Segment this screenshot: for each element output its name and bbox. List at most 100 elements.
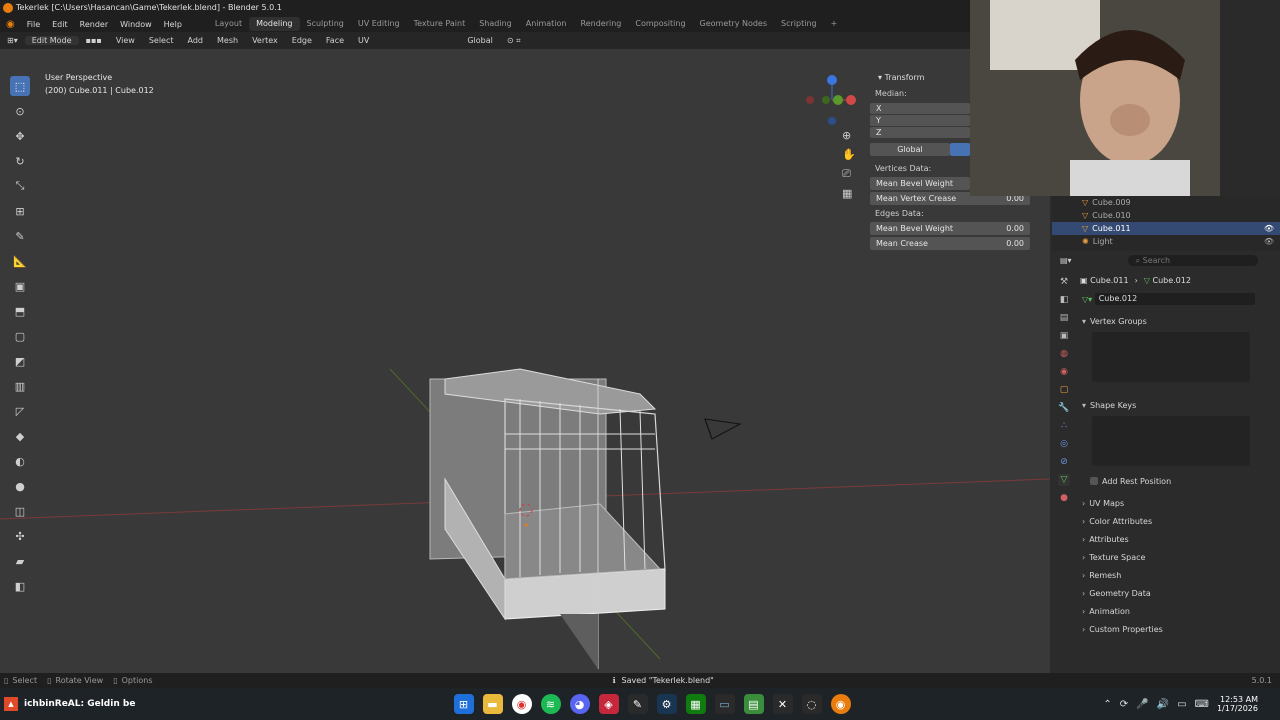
physics-tab-icon[interactable]: ◎ <box>1058 438 1070 450</box>
view-layer-tab-icon[interactable]: ▣ <box>1058 330 1070 342</box>
tab-sculpting[interactable]: Sculpting <box>300 17 351 31</box>
tool-tab-icon[interactable]: ⚒ <box>1058 276 1070 288</box>
capcut-icon[interactable]: ✕ <box>772 694 793 714</box>
cursor-tool-icon[interactable]: ⊙ <box>10 101 30 121</box>
edge-crease-field[interactable]: Mean Crease 0.00 <box>870 237 1030 250</box>
outliner-item-selected[interactable]: ▽ Cube.011 👁 <box>1052 222 1280 235</box>
select-box-tool-icon[interactable]: ⬚ <box>10 76 30 96</box>
panel-uv-maps[interactable]: › UV Maps <box>1074 494 1280 512</box>
steam-icon[interactable]: ⚙ <box>656 694 677 714</box>
annotate-tool-icon[interactable]: ✎ <box>10 226 30 246</box>
tab-scripting[interactable]: Scripting <box>774 17 824 31</box>
tab-compositing[interactable]: Compositing <box>628 17 692 31</box>
snap-icon[interactable]: ⊙ ⌗ <box>500 36 528 46</box>
obs-icon[interactable]: ◌ <box>801 694 822 714</box>
pan-hand-icon[interactable]: ✋ <box>842 148 856 161</box>
add-workspace-icon[interactable]: + <box>824 17 845 31</box>
menu-edge[interactable]: Edge <box>285 36 319 45</box>
panel-custom-properties[interactable]: › Custom Properties <box>1074 620 1280 638</box>
menu-edit[interactable]: Edit <box>46 20 74 29</box>
transform-header[interactable]: ▾ Transform <box>870 70 970 85</box>
menu-render[interactable]: Render <box>74 20 114 29</box>
menu-face[interactable]: Face <box>319 36 351 45</box>
modifier-tab-icon[interactable]: 🔧 <box>1058 402 1070 414</box>
terminal-icon[interactable]: ▭ <box>714 694 735 714</box>
select-mode-icons[interactable]: ▪▪▪ <box>79 36 109 45</box>
median-x-field[interactable]: X <box>870 103 970 114</box>
add-rest-position-checkbox[interactable]: Add Rest Position <box>1074 472 1280 490</box>
shrink-tool-icon[interactable]: ✣ <box>10 526 30 546</box>
outliner-item[interactable]: ▽ Cube.009 <box>1052 196 1280 209</box>
tray-mic-icon[interactable]: 🎤 <box>1136 699 1148 710</box>
shear-tool-icon[interactable]: ▰ <box>10 551 30 571</box>
transform-tool-icon[interactable]: ⊞ <box>10 201 30 221</box>
xbox-icon[interactable]: ▦ <box>685 694 706 714</box>
panel-attributes[interactable]: › Attributes <box>1074 530 1280 548</box>
discord-icon[interactable]: ◕ <box>569 694 590 714</box>
material-tab-icon[interactable]: ● <box>1058 492 1070 504</box>
editor-type-icon[interactable]: ⊞▾ <box>0 36 25 45</box>
global-toggle[interactable]: Global <box>870 143 950 156</box>
menu-select[interactable]: Select <box>142 36 181 45</box>
outliner-item[interactable]: ▽ Cube.010 <box>1052 209 1280 222</box>
panel-texture-space[interactable]: › Texture Space <box>1074 548 1280 566</box>
clock[interactable]: 12:53 AM 1/17/2026 <box>1217 695 1258 713</box>
game-app-icon[interactable]: ◈ <box>598 694 619 714</box>
tab-animation[interactable]: Animation <box>519 17 574 31</box>
ortho-grid-icon[interactable]: ▦ <box>842 187 856 200</box>
blender-taskbar-icon[interactable]: ◉ <box>830 694 851 714</box>
tab-layout[interactable]: Layout <box>208 17 249 31</box>
output-tab-icon[interactable]: ▤ <box>1058 312 1070 324</box>
edge-slide-tool-icon[interactable]: ◫ <box>10 501 30 521</box>
extrude-tool-icon[interactable]: ⬒ <box>10 301 30 321</box>
median-y-field[interactable]: Y <box>870 115 970 126</box>
add-cube-tool-icon[interactable]: ▣ <box>10 276 30 296</box>
constraints-tab-icon[interactable]: ⊘ <box>1058 456 1070 468</box>
menu-vertex[interactable]: Vertex <box>245 36 285 45</box>
loop-cut-tool-icon[interactable]: ▥ <box>10 376 30 396</box>
mesh-name-field[interactable]: Cube.012 <box>1094 293 1255 305</box>
vertex-groups-header[interactable]: ▾ Vertex Groups <box>1074 312 1280 330</box>
menu-uv[interactable]: UV <box>351 36 376 45</box>
world-tab-icon[interactable]: ◉ <box>1058 366 1070 378</box>
spin-tool-icon[interactable]: ◐ <box>10 451 30 471</box>
zoom-icon[interactable]: ⊕ <box>842 129 856 142</box>
file-explorer-icon[interactable]: ▬ <box>482 694 503 714</box>
camera-view-icon[interactable]: ⎚ <box>842 167 856 181</box>
davinci-icon[interactable]: ✎ <box>627 694 648 714</box>
menu-help[interactable]: Help <box>158 20 188 29</box>
object-tab-icon[interactable]: ▢ <box>1058 384 1070 396</box>
bevel-tool-icon[interactable]: ◩ <box>10 351 30 371</box>
edge-bevel-weight-field[interactable]: Mean Bevel Weight 0.00 <box>870 222 1030 235</box>
sheets-icon[interactable]: ▤ <box>743 694 764 714</box>
poly-build-tool-icon[interactable]: ◆ <box>10 426 30 446</box>
tray-sync-icon[interactable]: ⟳ <box>1120 699 1128 710</box>
measure-tool-icon[interactable]: 📐 <box>10 251 30 271</box>
tab-texture-paint[interactable]: Texture Paint <box>407 17 473 31</box>
orientation-dropdown[interactable]: Global <box>460 36 500 45</box>
windows-start-icon[interactable]: ⊞ <box>453 694 474 714</box>
menu-view[interactable]: View <box>109 36 142 45</box>
shape-keys-list[interactable] <box>1092 416 1250 466</box>
tray-network-icon[interactable]: ▭ <box>1177 699 1186 710</box>
menu-window[interactable]: Window <box>114 20 158 29</box>
render-tab-icon[interactable]: ◧ <box>1058 294 1070 306</box>
vertex-bevel-weight-field[interactable]: Mean Bevel Weight <box>870 177 970 190</box>
tray-language-icon[interactable]: ⌨ <box>1195 699 1209 710</box>
tab-geometry-nodes[interactable]: Geometry Nodes <box>693 17 774 31</box>
mode-dropdown[interactable]: Edit Mode <box>24 36 79 45</box>
local-toggle[interactable] <box>950 143 970 156</box>
panel-color-attributes[interactable]: › Color Attributes <box>1074 512 1280 530</box>
outliner[interactable]: ▽ Cube.009 ▽ Cube.010 ▽ Cube.011 👁 ✺ Light 👁 <box>1052 196 1280 251</box>
scene-tab-icon[interactable]: ◍ <box>1058 348 1070 360</box>
median-z-field[interactable]: Z <box>870 127 970 138</box>
move-tool-icon[interactable]: ✥ <box>10 126 30 146</box>
data-tab-icon[interactable]: ▽ <box>1058 474 1070 486</box>
vertex-groups-list[interactable] <box>1092 332 1250 382</box>
rip-tool-icon[interactable]: ◧ <box>10 576 30 596</box>
tab-shading[interactable]: Shading <box>472 17 519 31</box>
spotify-icon[interactable]: ≋ <box>540 694 561 714</box>
tray-speaker-icon[interactable]: 🔊 <box>1157 699 1169 710</box>
smooth-tool-icon[interactable]: ● <box>10 476 30 496</box>
chat-app-icon[interactable]: ▲ <box>4 697 18 711</box>
